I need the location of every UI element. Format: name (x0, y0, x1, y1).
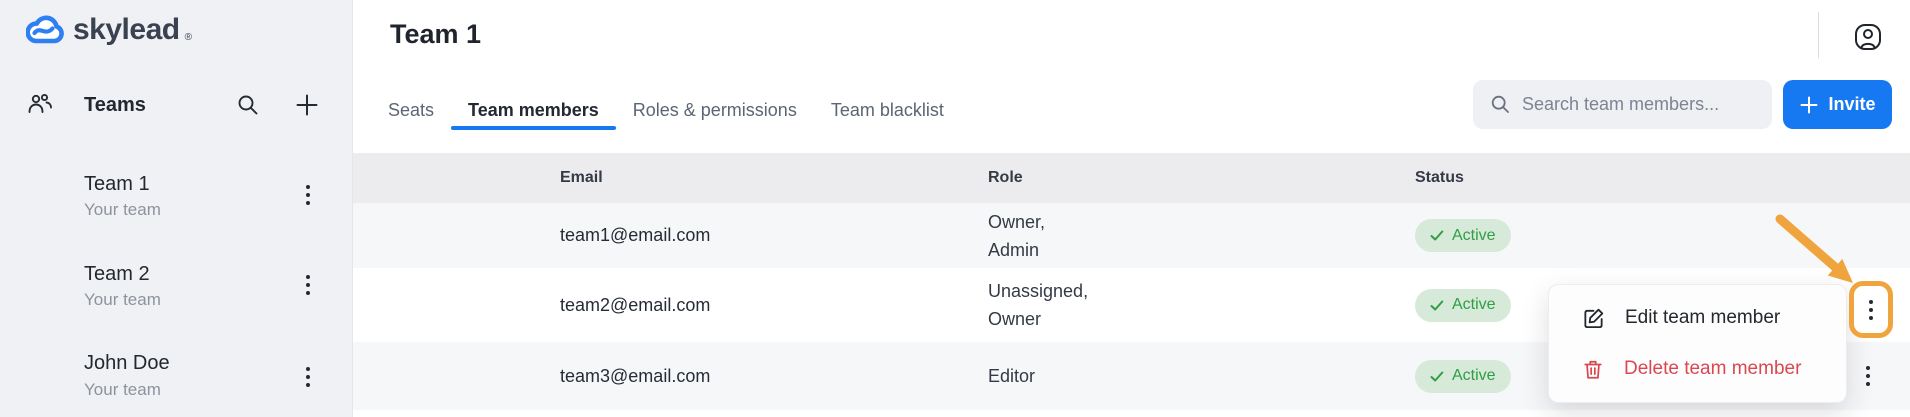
check-icon (1430, 299, 1444, 312)
member-role: Editor (988, 362, 1035, 390)
app-window: skylead ® Teams Team 1 Your team Team 2 … (0, 0, 1910, 417)
team2-kebab-menu-icon[interactable] (298, 267, 318, 303)
search-members-input[interactable] (1522, 94, 1752, 115)
column-header-role: Role (988, 169, 1023, 187)
invite-button[interactable]: Invite (1783, 80, 1892, 129)
member-email: team1@email.com (560, 225, 710, 246)
cloud-logo-icon (26, 14, 66, 47)
column-header-status: Status (1415, 169, 1464, 187)
edit-icon (1582, 307, 1605, 330)
trash-icon (1582, 358, 1604, 381)
sidebar-title: Teams (84, 93, 146, 117)
tab-seats[interactable]: Seats (371, 90, 451, 130)
highlighted-row-kebab-button[interactable] (1849, 281, 1893, 338)
account-button[interactable] (1846, 15, 1890, 59)
delete-team-member-item[interactable]: Delete team member (1549, 347, 1846, 392)
row-actions-kebab-icon[interactable] (1858, 358, 1878, 394)
check-icon (1430, 370, 1444, 383)
table-row: team1@email.com Owner,Admin Active (353, 203, 1910, 268)
search-teams-icon[interactable] (236, 93, 260, 117)
brand-logo: skylead ® (26, 13, 192, 47)
add-team-icon[interactable] (294, 92, 320, 118)
registered-mark: ® (185, 32, 192, 43)
kebab-menu-icon (1861, 292, 1881, 328)
status-badge: Active (1415, 360, 1511, 393)
member-role: Unassigned,Owner (988, 277, 1088, 333)
team-name[interactable]: Team 1 (84, 172, 150, 196)
status-badge: Active (1415, 289, 1511, 322)
member-email: team3@email.com (560, 366, 710, 387)
plus-icon (1799, 95, 1819, 115)
page-title: Team 1 (390, 16, 481, 52)
team-subtitle: Your team (84, 200, 161, 220)
row-context-menu: Edit team member Delete team member (1548, 284, 1847, 403)
john-doe-kebab-menu-icon[interactable] (298, 359, 318, 395)
tab-bar: Seats Team members Roles & permissions T… (371, 90, 961, 130)
teams-group-icon (25, 90, 55, 120)
invite-button-label: Invite (1828, 94, 1875, 115)
team-subtitle: Your team (84, 380, 161, 400)
sidebar: skylead ® Teams Team 1 Your team Team 2 … (0, 0, 353, 417)
search-members-box[interactable] (1473, 80, 1772, 129)
tab-team-members[interactable]: Team members (451, 90, 616, 130)
column-header-email: Email (560, 169, 603, 187)
header-divider (1818, 12, 1819, 58)
tab-team-blacklist[interactable]: Team blacklist (814, 90, 961, 130)
team-subtitle: Your team (84, 290, 161, 310)
search-icon (1490, 94, 1511, 115)
edit-team-member-item[interactable]: Edit team member (1549, 296, 1846, 341)
team1-kebab-menu-icon[interactable] (298, 177, 318, 213)
team-name[interactable]: John Doe (84, 351, 170, 375)
brand-name: skylead (73, 13, 180, 47)
member-email: team2@email.com (560, 295, 710, 316)
team-name[interactable]: Team 2 (84, 262, 150, 286)
table-header: Email Role Status (353, 153, 1910, 203)
tab-roles-permissions[interactable]: Roles & permissions (616, 90, 814, 130)
status-badge: Active (1415, 219, 1511, 252)
member-role: Owner,Admin (988, 208, 1045, 264)
check-icon (1430, 229, 1444, 242)
user-avatar-icon (1854, 23, 1882, 51)
